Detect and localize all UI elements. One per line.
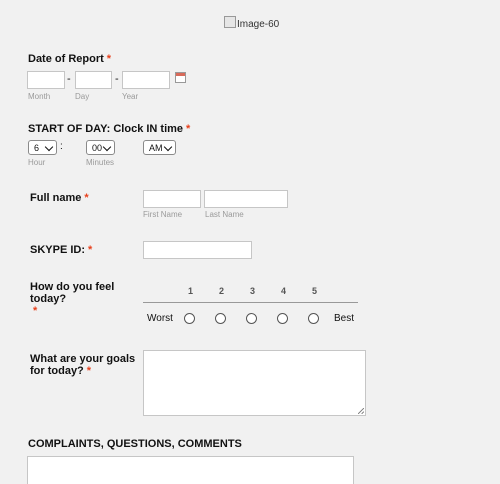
broken-image-icon	[224, 16, 236, 28]
header-image: Image-60	[224, 16, 279, 30]
year-input[interactable]	[122, 71, 170, 89]
time-colon: :	[60, 141, 63, 152]
scale-number-1: 1	[188, 286, 194, 296]
goals-label: What are your goals for today? *	[30, 353, 140, 377]
year-sublabel: Year	[122, 92, 139, 101]
scale-number-3: 3	[250, 286, 256, 296]
feeling-label-text: How do you feel today?	[30, 281, 115, 305]
calendar-icon[interactable]	[175, 72, 186, 83]
required-asterisk: *	[106, 53, 112, 65]
skype-id-label: SKYPE ID: *	[30, 244, 92, 256]
day-input[interactable]	[75, 71, 112, 89]
required-asterisk: *	[84, 192, 89, 204]
skype-id-label-text: SKYPE ID:	[30, 244, 86, 256]
scale-divider	[143, 302, 358, 303]
hour-select[interactable]: 6	[28, 140, 57, 155]
resize-handle-icon[interactable]	[358, 408, 364, 414]
scale-radio-1[interactable]	[184, 313, 195, 324]
hour-value: 6	[34, 143, 40, 153]
month-input[interactable]	[27, 71, 65, 89]
ampm-value: AM	[149, 143, 163, 153]
month-sublabel: Month	[28, 92, 51, 101]
scale-radio-3[interactable]	[246, 313, 257, 324]
day-sublabel: Day	[75, 92, 90, 101]
scale-number-4: 4	[281, 286, 287, 296]
complaints-label: COMPLAINTS, QUESTIONS, COMMENTS	[28, 438, 242, 450]
chevron-down-icon	[102, 142, 112, 152]
goals-textarea[interactable]	[143, 350, 366, 416]
date-separator: -	[67, 73, 71, 85]
full-name-label-text: Full name	[30, 192, 82, 204]
clock-in-label: START OF DAY: Clock IN time *	[28, 123, 190, 135]
date-separator: -	[115, 73, 119, 85]
date-of-report-label: Date of Report *	[28, 53, 111, 65]
required-asterisk: *	[88, 244, 93, 256]
full-name-label: Full name *	[30, 192, 89, 204]
minutes-sublabel: Minutes	[86, 158, 115, 167]
minutes-value: 00	[92, 143, 103, 153]
last-name-input[interactable]	[204, 190, 288, 208]
feeling-label: How do you feel today? *	[30, 281, 140, 317]
scale-radio-2[interactable]	[215, 313, 226, 324]
required-asterisk: *	[86, 365, 92, 377]
scale-number-2: 2	[219, 286, 225, 296]
skype-id-input[interactable]	[143, 241, 252, 259]
scale-high-label: Best	[334, 313, 355, 324]
scale-radio-4[interactable]	[277, 313, 288, 324]
clock-in-label-text: START OF DAY: Clock IN time	[28, 123, 184, 135]
minutes-select[interactable]: 00	[86, 140, 115, 155]
header-image-alt: Image-60	[237, 19, 280, 30]
ampm-select[interactable]: AM	[143, 140, 176, 155]
hour-sublabel: Hour	[28, 158, 46, 167]
goals-label-text: What are your goals for today?	[30, 353, 136, 377]
date-of-report-label-text: Date of Report	[28, 53, 104, 65]
scale-radio-5[interactable]	[308, 313, 319, 324]
chevron-down-icon	[163, 142, 173, 152]
scale-low-label: Worst	[147, 313, 173, 324]
chevron-down-icon	[44, 142, 54, 152]
first-name-sublabel: First Name	[143, 210, 183, 219]
complaints-textarea[interactable]	[27, 456, 354, 484]
last-name-sublabel: Last Name	[205, 210, 244, 219]
scale-number-5: 5	[312, 286, 318, 296]
required-asterisk: *	[186, 123, 191, 135]
first-name-input[interactable]	[143, 190, 201, 208]
required-asterisk: *	[33, 305, 38, 317]
